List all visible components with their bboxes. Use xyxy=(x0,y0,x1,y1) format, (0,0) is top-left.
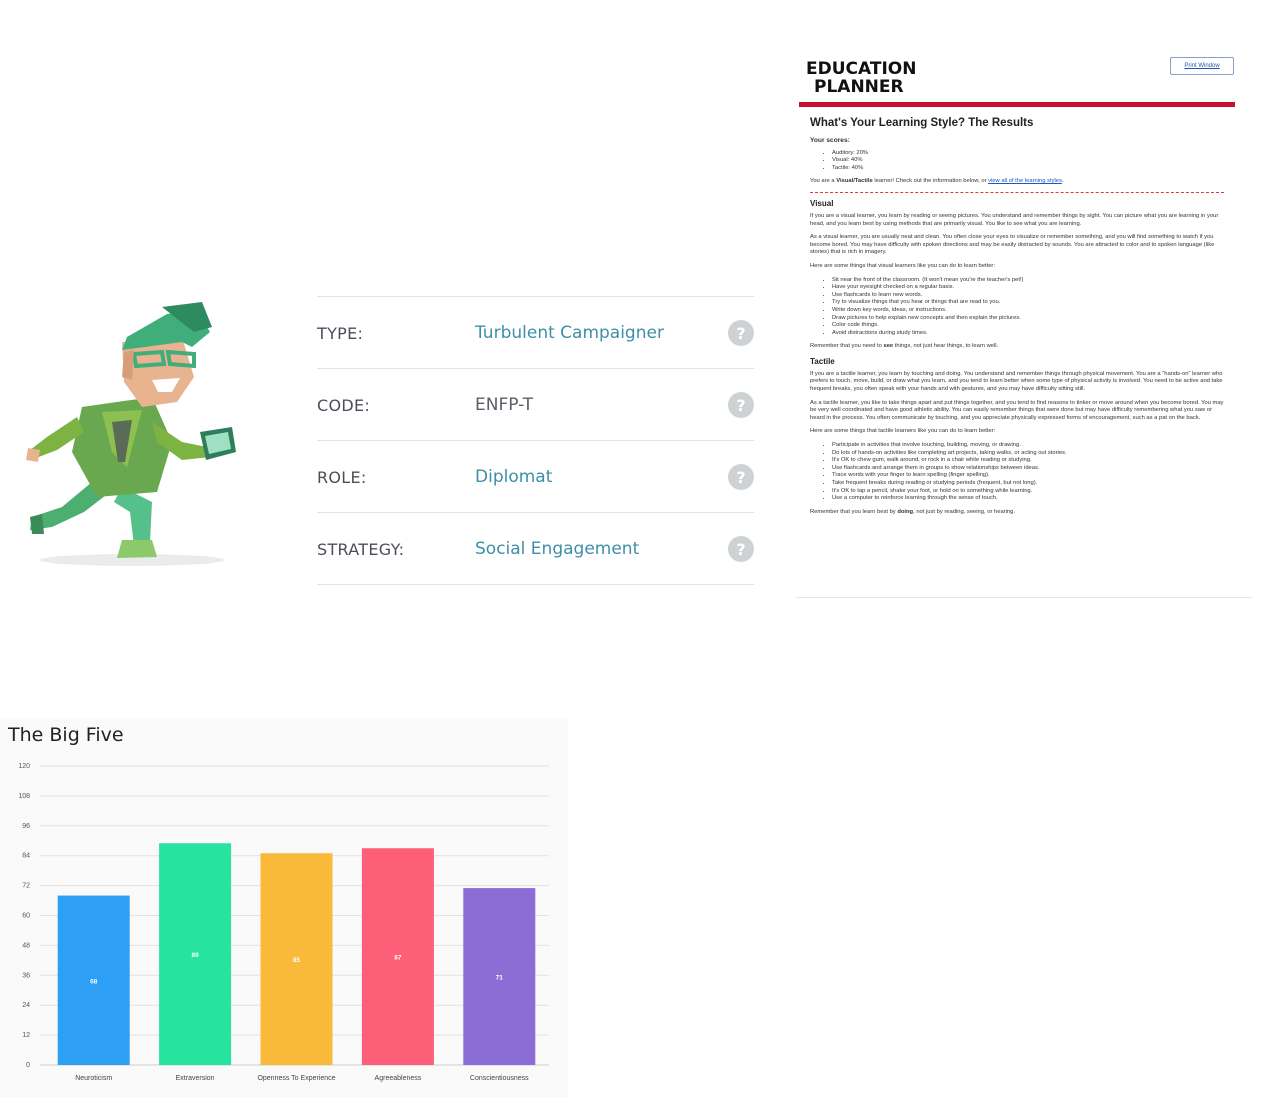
trait-row-type: TYPE: Turbulent Campaigner ? xyxy=(317,296,754,369)
tip-item: Use flashcards and arrange them in group… xyxy=(832,465,1224,473)
y-tick-label: 120 xyxy=(18,763,30,770)
score-item: Visual: 40% xyxy=(832,157,1224,165)
results-body: What's Your Learning Style? The Results … xyxy=(810,116,1224,522)
learner-type: Visual/Tactile xyxy=(836,178,873,185)
tip-item: Use a computer to reinforce learning thr… xyxy=(832,495,1224,503)
data-label: 71 xyxy=(496,975,504,982)
scores-heading: Your scores: xyxy=(810,137,850,144)
tip-item: Write down key words, ideas, or instruct… xyxy=(832,307,1224,315)
tip-item: Use flashcards to learn new words. xyxy=(832,292,1224,300)
tip-item: It's OK to tap a pencil, shake your foot… xyxy=(832,488,1224,496)
summary-end: . xyxy=(1061,178,1064,185)
big-five-bar-chart: 0 12 24 36 48 60 72 84 96 108 120 68 Neuroticism 89 Ex… xyxy=(18,763,549,1082)
y-tick-label: 48 xyxy=(22,942,30,949)
trait-label: CODE: xyxy=(317,395,371,415)
trait-value: ENFP-T xyxy=(475,395,534,415)
education-planner-logo: EDUCATION PLANNER xyxy=(806,60,916,96)
trait-value[interactable]: Diplomat xyxy=(475,467,728,487)
score-item: Auditory: 20% xyxy=(832,150,1224,158)
trait-label: STRATEGY: xyxy=(317,539,405,559)
tactile-heading: Tactile xyxy=(810,356,835,366)
logo-line-1: EDUCATION xyxy=(806,59,917,79)
tip-item: Take frequent breaks during reading or s… xyxy=(832,480,1224,488)
visual-closing: Remember that you need to see things, no… xyxy=(810,343,1224,351)
trait-label: TYPE: xyxy=(317,323,364,343)
tip-item: It's OK to chew gum, walk around, or roc… xyxy=(832,457,1224,465)
campaigner-avatar-illustration xyxy=(26,302,236,566)
y-tick-label: 0 xyxy=(26,1062,30,1069)
trait-label: ROLE: xyxy=(317,467,367,487)
big-five-chart-panel: The Big Five 0 12 24 36 48 60 72 84 96 108 120 68 Ne… xyxy=(0,718,568,1097)
tip-item: Draw pictures to help explain new concep… xyxy=(832,315,1224,323)
y-tick-label: 36 xyxy=(22,972,30,979)
print-window-button[interactable]: Print Window xyxy=(1170,57,1234,75)
tip-item: Have your eyesight checked on a regular … xyxy=(832,284,1224,292)
summary-mid: learner! Check out the information below… xyxy=(872,178,989,185)
x-tick-label: Agreeableness xyxy=(375,1075,422,1082)
closing-pre: Remember that you learn best by xyxy=(810,508,898,515)
y-tick-label: 12 xyxy=(22,1032,30,1039)
y-tick-label: 96 xyxy=(22,823,30,830)
tip-item: Trace words with your finger to learn sp… xyxy=(832,472,1224,480)
trait-row-strategy: STRATEGY: Social Engagement ? xyxy=(317,512,754,585)
trait-value[interactable]: Turbulent Campaigner xyxy=(475,323,728,343)
tip-item: Color code things. xyxy=(832,322,1224,330)
x-tick-label: Neuroticism xyxy=(75,1075,112,1082)
x-tick-label: Extraversion xyxy=(176,1075,215,1082)
learning-style-results-page: EDUCATION PLANNER Print Window What's Yo… xyxy=(796,52,1252,598)
data-label: 68 xyxy=(90,978,98,985)
visual-paragraph: If you are a visual learner, you learn b… xyxy=(810,212,1219,227)
logo-line-2: PLANNER xyxy=(814,77,904,97)
tactile-closing: Remember that you learn best by doing, n… xyxy=(810,509,1224,517)
trait-row-code: CODE: ENFP-T ? xyxy=(317,368,754,441)
tip-item: Avoid distractions during study times. xyxy=(832,330,1224,338)
scores-list: Auditory: 20% Visual: 40% Tactile: 40% xyxy=(810,150,1224,173)
page-title: What's Your Learning Style? The Results xyxy=(810,117,1034,129)
help-icon[interactable]: ? xyxy=(728,536,754,562)
tip-item: Sit near the front of the classroom. (It… xyxy=(832,277,1224,285)
closing-bold: doing xyxy=(897,508,914,515)
learning-styles-link[interactable]: view all of the learning styles xyxy=(988,178,1062,184)
section-divider xyxy=(810,191,1224,193)
x-tick-label: Openness To Experience xyxy=(257,1075,335,1082)
closing-bold: see xyxy=(883,343,894,350)
divider xyxy=(317,584,754,585)
y-tick-label: 60 xyxy=(22,913,30,920)
tip-item: Try to visualize things that you hear or… xyxy=(832,299,1224,307)
visual-heading: Visual xyxy=(810,198,834,208)
data-label: 85 xyxy=(293,957,301,964)
closing-end: things, not just hear things, to learn w… xyxy=(893,343,999,350)
y-tick-label: 24 xyxy=(22,1002,30,1009)
x-tick-label: Conscientiousness xyxy=(470,1075,529,1082)
trait-value[interactable]: Social Engagement xyxy=(475,539,728,559)
help-icon[interactable]: ? xyxy=(728,392,754,418)
summary-pre: You are a xyxy=(810,178,837,185)
y-tick-label: 108 xyxy=(18,793,30,800)
data-label: 87 xyxy=(394,955,402,962)
tip-item: Participate in activities that involve t… xyxy=(832,442,1224,450)
score-item: Tactile: 40% xyxy=(832,165,1224,173)
tactile-paragraph: If you are a tactile learner, you learn … xyxy=(810,370,1223,393)
tip-item: Do lots of hands-on activities like comp… xyxy=(832,450,1224,458)
tactile-tips-list: Participate in activities that involve t… xyxy=(810,442,1224,503)
y-tick-label: 84 xyxy=(22,853,30,860)
personality-card: TYPE: Turbulent Campaigner ? CODE: ENFP-… xyxy=(0,290,770,600)
data-label: 89 xyxy=(191,952,199,959)
closing-pre: Remember that you need to xyxy=(810,343,884,350)
visual-paragraph: As a visual learner, you are usually nea… xyxy=(810,234,1215,256)
summary-text: You are a Visual/Tactile learner! Check … xyxy=(810,178,1224,186)
visual-tips-list: Sit near the front of the classroom. (It… xyxy=(810,277,1224,338)
visual-tips-intro: Here are some things that visual learner… xyxy=(810,262,995,269)
brand-rule xyxy=(799,102,1235,107)
closing-end: , not just by reading, seeing, or hearin… xyxy=(913,508,1015,515)
trait-row-role: ROLE: Diplomat ? xyxy=(317,440,754,513)
y-tick-label: 72 xyxy=(22,883,30,890)
help-icon[interactable]: ? xyxy=(728,464,754,490)
tactile-paragraph: As a tactile learner, you like to take t… xyxy=(810,399,1224,421)
tactile-tips-intro: Here are some things that tactile learne… xyxy=(810,428,996,435)
help-icon[interactable]: ? xyxy=(728,320,754,346)
